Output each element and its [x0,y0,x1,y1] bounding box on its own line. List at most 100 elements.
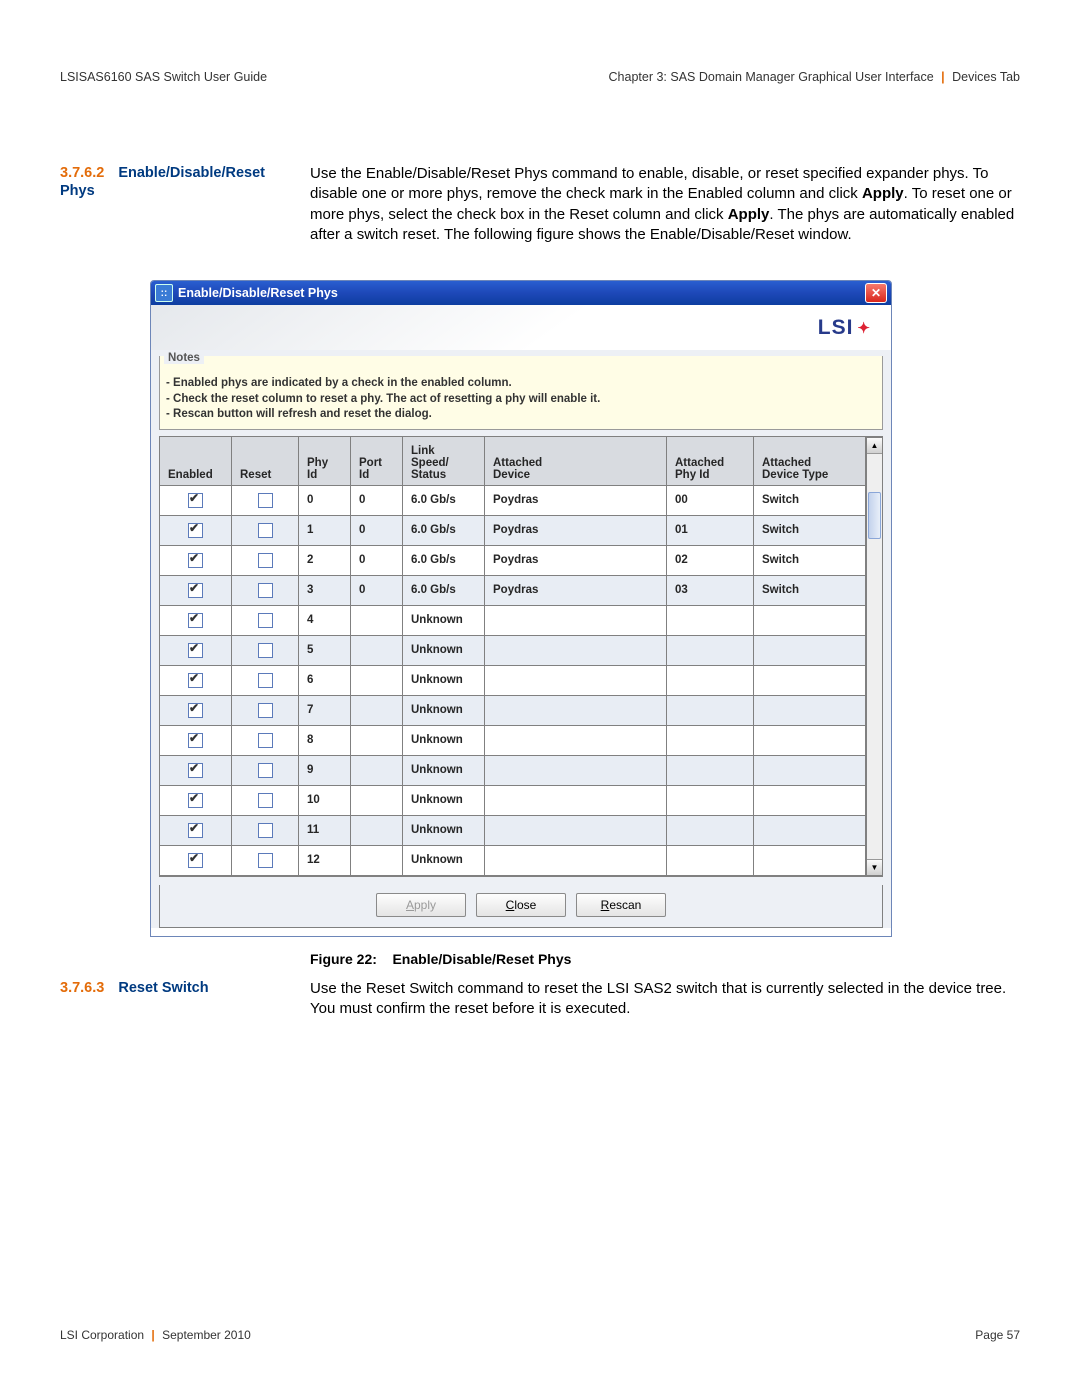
scroll-up-button[interactable]: ▲ [867,438,882,454]
checkbox-unchecked[interactable] [258,763,273,778]
checkbox-checked[interactable] [188,703,203,718]
table-cell: 8 [299,725,351,755]
checkbox-unchecked[interactable] [258,853,273,868]
table-cell [232,575,299,605]
checkbox-checked[interactable] [188,673,203,688]
notes-panel: Notes - Enabled phys are indicated by a … [159,356,883,430]
checkbox-unchecked[interactable] [258,703,273,718]
table-cell: 0 [351,485,403,515]
column-header[interactable]: Reset [232,437,299,486]
checkbox-unchecked[interactable] [258,553,273,568]
column-header[interactable]: LinkSpeed/Status [403,437,485,486]
table-row: 8 Unknown [160,725,866,755]
checkbox-checked[interactable] [188,553,203,568]
checkbox-unchecked[interactable] [258,823,273,838]
table-cell: 6.0 Gb/s [403,575,485,605]
table-cell: Poydras [485,485,667,515]
table-row: 10Unknown [160,785,866,815]
checkbox-checked[interactable] [188,613,203,628]
checkbox-unchecked[interactable] [258,613,273,628]
scroll-thumb[interactable] [868,492,881,539]
table-cell: 01 [667,515,754,545]
table-cell [232,785,299,815]
scroll-track[interactable] [867,454,882,859]
checkbox-checked[interactable] [188,823,203,838]
table-cell: Switch [754,575,866,605]
vertical-scrollbar[interactable]: ▲ ▼ [866,437,883,876]
checkbox-unchecked[interactable] [258,643,273,658]
table-row: 106.0 Gb/sPoydras01Switch [160,515,866,545]
table-cell [667,755,754,785]
checkbox-checked[interactable] [188,763,203,778]
enable-disable-reset-window: :: Enable/Disable/Reset Phys ✕ LSI✦ Note… [150,280,892,937]
table-cell [667,845,754,875]
checkbox-unchecked[interactable] [258,793,273,808]
table-cell [485,845,667,875]
checkbox-checked[interactable] [188,583,203,598]
table-row: 006.0 Gb/sPoydras00Switch [160,485,866,515]
table-cell [754,785,866,815]
table-cell [232,545,299,575]
checkbox-unchecked[interactable] [258,583,273,598]
checkbox-checked[interactable] [188,793,203,808]
table-cell: 7 [299,695,351,725]
close-button[interactable]: Close [476,893,566,917]
table-cell [485,725,667,755]
table-cell [485,635,667,665]
column-header[interactable]: AttachedPhy Id [667,437,754,486]
table-cell [160,845,232,875]
section-body: Use the Enable/Disable/Reset Phys comman… [310,164,1020,245]
phys-table-container: EnabledResetPhyIdPortIdLinkSpeed/StatusA… [159,436,883,877]
checkbox-checked[interactable] [188,523,203,538]
table-cell [485,755,667,785]
table-cell [232,755,299,785]
table-cell [351,845,403,875]
column-header[interactable]: PortId [351,437,403,486]
column-header[interactable]: AttachedDevice [485,437,667,486]
checkbox-checked[interactable] [188,733,203,748]
column-header[interactable]: AttachedDevice Type [754,437,866,486]
checkbox-checked[interactable] [188,643,203,658]
table-cell: 6 [299,665,351,695]
checkbox-unchecked[interactable] [258,673,273,688]
window-titlebar[interactable]: :: Enable/Disable/Reset Phys ✕ [151,281,891,305]
table-cell: Poydras [485,575,667,605]
table-row: 9Unknown [160,755,866,785]
checkbox-unchecked[interactable] [258,493,273,508]
table-cell [754,605,866,635]
table-cell: Unknown [403,815,485,845]
table-cell [485,665,667,695]
checkbox-unchecked[interactable] [258,523,273,538]
column-header[interactable]: PhyId [299,437,351,486]
table-cell: 02 [667,545,754,575]
table-cell: Unknown [403,605,485,635]
table-cell [160,695,232,725]
table-cell [160,545,232,575]
apply-button[interactable]: Apply [376,893,466,917]
table-cell [232,815,299,845]
table-cell: Switch [754,545,866,575]
rescan-button[interactable]: Rescan [576,893,666,917]
scroll-down-button[interactable]: ▼ [867,859,882,875]
running-footer: LSI Corporation | September 2010 Page 57 [60,1328,1020,1342]
table-cell [351,755,403,785]
table-cell [160,605,232,635]
header-right: Chapter 3: SAS Domain Manager Graphical … [609,70,1020,84]
table-cell: 00 [667,485,754,515]
table-cell [667,725,754,755]
table-cell: 6.0 Gb/s [403,515,485,545]
checkbox-checked[interactable] [188,853,203,868]
table-cell [232,605,299,635]
checkbox-unchecked[interactable] [258,733,273,748]
close-window-button[interactable]: ✕ [865,283,887,303]
lsi-logo-icon: ✦ [857,319,871,337]
table-cell: Unknown [403,635,485,665]
column-header[interactable]: Enabled [160,437,232,486]
phys-table: EnabledResetPhyIdPortIdLinkSpeed/StatusA… [160,437,866,876]
divider-accent: | [151,1328,154,1342]
table-cell: 3 [299,575,351,605]
checkbox-checked[interactable] [188,493,203,508]
table-cell [232,635,299,665]
table-cell: Unknown [403,725,485,755]
button-bar: Apply Close Rescan [159,885,883,928]
